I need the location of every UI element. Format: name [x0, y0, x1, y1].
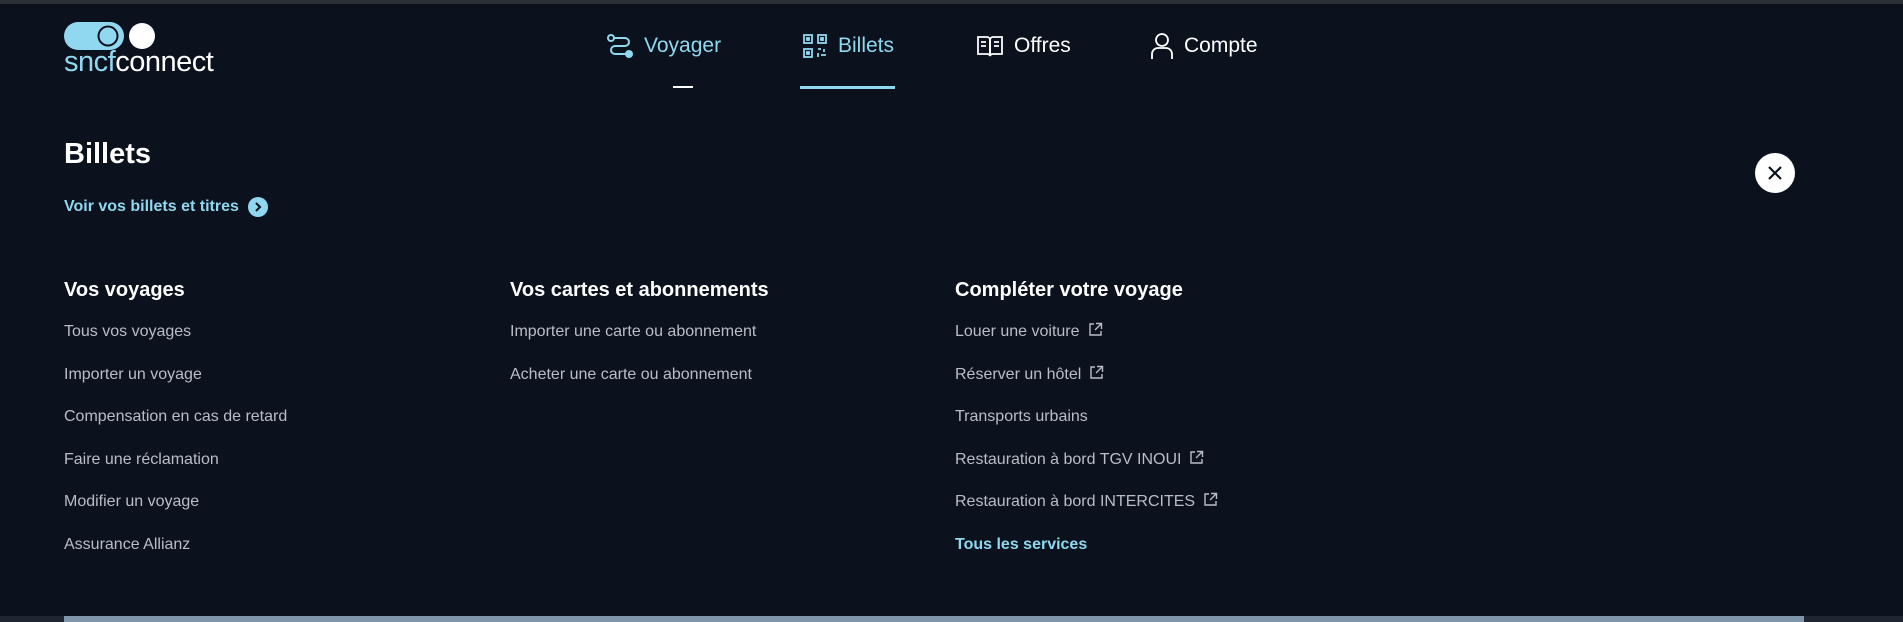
menu-link[interactable]: Modifier un voyage: [64, 493, 287, 536]
menu-link-label: Réserver un hôtel: [955, 365, 1082, 383]
external-link-icon: [1088, 322, 1102, 336]
nav-item-voyager[interactable]: Voyager: [606, 26, 721, 66]
sncf-connect-logo[interactable]: sncfconnect: [64, 22, 234, 78]
external-link-icon: [1190, 450, 1204, 464]
menu-title: Billets: [64, 138, 152, 170]
nav-item-billets[interactable]: Billets: [802, 26, 894, 66]
column-completer-voyage: Compléter votre voyage Louer une voiture…: [955, 279, 1218, 578]
nav-voyager-indicator: [673, 86, 693, 88]
menu-link-label: Modifier un voyage: [64, 493, 200, 510]
menu-link[interactable]: Tous vos voyages: [64, 323, 287, 366]
menu-link[interactable]: Réserver un hôtel: [955, 365, 1218, 409]
menu-link-label: Tous vos voyages: [64, 323, 192, 340]
menu-link[interactable]: Acheter une carte ou abonnement: [510, 366, 769, 409]
menu-link[interactable]: Transports urbains: [955, 408, 1218, 451]
close-icon: [1768, 166, 1782, 180]
menu-link[interactable]: Restauration à bord INTERCITES: [955, 492, 1218, 536]
route-icon: [607, 34, 633, 58]
menu-link-label: Assurance Allianz: [64, 535, 191, 553]
menu-link-label: Compensation en cas de retard: [64, 408, 288, 425]
qr-code-icon: [803, 34, 827, 58]
see-tickets-link[interactable]: Voir vos billets et titres: [64, 197, 268, 217]
external-link-icon: [1090, 365, 1104, 379]
nav-offres-label: Offres: [1014, 34, 1071, 57]
menu-link-label: Restauration à bord TGV INOUI: [955, 450, 1182, 468]
nav-billets-active-underline: [800, 86, 895, 89]
logo-wordmark-part1: sncf: [64, 46, 116, 78]
nav-item-compte[interactable]: Compte: [1150, 26, 1258, 66]
column-title: Compléter votre voyage: [955, 279, 1183, 301]
menu-link-label: Acheter une carte ou abonnement: [510, 365, 752, 383]
column-vos-voyages: Vos voyages Tous vos voyages Importer un…: [64, 279, 287, 578]
logo-wordmark-part2: connect: [115, 46, 214, 78]
menu-link[interactable]: Restauration à bord TGV INOUI: [955, 450, 1218, 494]
menu-link[interactable]: Importer une carte ou abonnement: [510, 323, 769, 366]
column-title: Vos voyages: [64, 279, 185, 301]
menu-link-label: Restauration à bord INTERCITES: [955, 493, 1196, 510]
nav-compte-label: Compte: [1184, 34, 1258, 57]
see-tickets-label: Voir vos billets et titres: [64, 198, 239, 215]
menu-link[interactable]: Compensation en cas de retard: [64, 408, 287, 451]
scroll-indicator-bar: [64, 616, 1804, 622]
chevron-right-icon: [247, 197, 268, 217]
menu-link[interactable]: Importer un voyage: [64, 366, 287, 409]
menu-link-label: Louer une voiture: [955, 323, 1080, 340]
menu-link-label: Transports urbains: [955, 408, 1088, 425]
user-icon: [1151, 33, 1173, 59]
menu-link[interactable]: Louer une voiture: [955, 322, 1218, 366]
menu-link[interactable]: Assurance Allianz: [64, 536, 287, 579]
menu-link-label: Tous les services: [955, 535, 1088, 553]
nav-item-offres[interactable]: Offres: [976, 26, 1071, 66]
column-cartes-abonnements: Vos cartes et abonnements Importer une c…: [510, 279, 769, 408]
all-services-link[interactable]: Tous les services: [955, 536, 1218, 579]
close-button[interactable]: [1755, 153, 1795, 193]
logo-wordmark: sncfconnect: [64, 46, 214, 78]
menu-link-label: Faire une réclamation: [64, 450, 219, 468]
nav-billets-label: Billets: [838, 34, 895, 57]
external-link-icon: [1204, 492, 1218, 506]
menu-link[interactable]: Faire une réclamation: [64, 451, 287, 494]
column-title: Vos cartes et abonnements: [510, 279, 769, 301]
nav-voyager-label: Voyager: [644, 34, 722, 57]
book-icon: [977, 36, 1003, 57]
menu-panel: sncfconnect Voyager Billets Offres Compt…: [0, 4, 1903, 616]
menu-link-label: Importer un voyage: [64, 365, 202, 383]
menu-link-label: Importer une carte ou abonnement: [510, 323, 757, 340]
